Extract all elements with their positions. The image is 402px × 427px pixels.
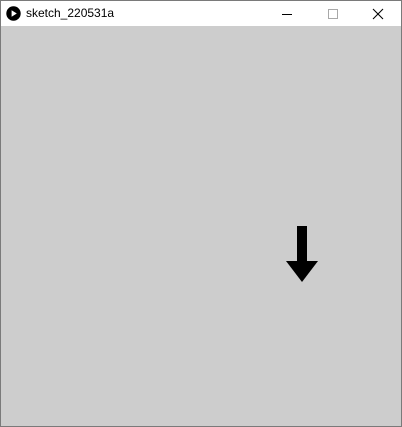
minimize-icon [282, 13, 292, 15]
app-window: sketch_220531a [0, 0, 402, 427]
close-button[interactable] [355, 1, 401, 26]
title-bar[interactable]: sketch_220531a [1, 1, 401, 26]
maximize-icon [328, 8, 338, 19]
window-title: sketch_220531a [26, 6, 115, 20]
processing-app-icon [6, 6, 21, 21]
sketch-canvas[interactable] [1, 26, 401, 426]
arrow-down-icon [286, 226, 318, 282]
minimize-button[interactable] [264, 1, 310, 26]
close-icon [372, 8, 384, 19]
maximize-button[interactable] [310, 1, 356, 26]
